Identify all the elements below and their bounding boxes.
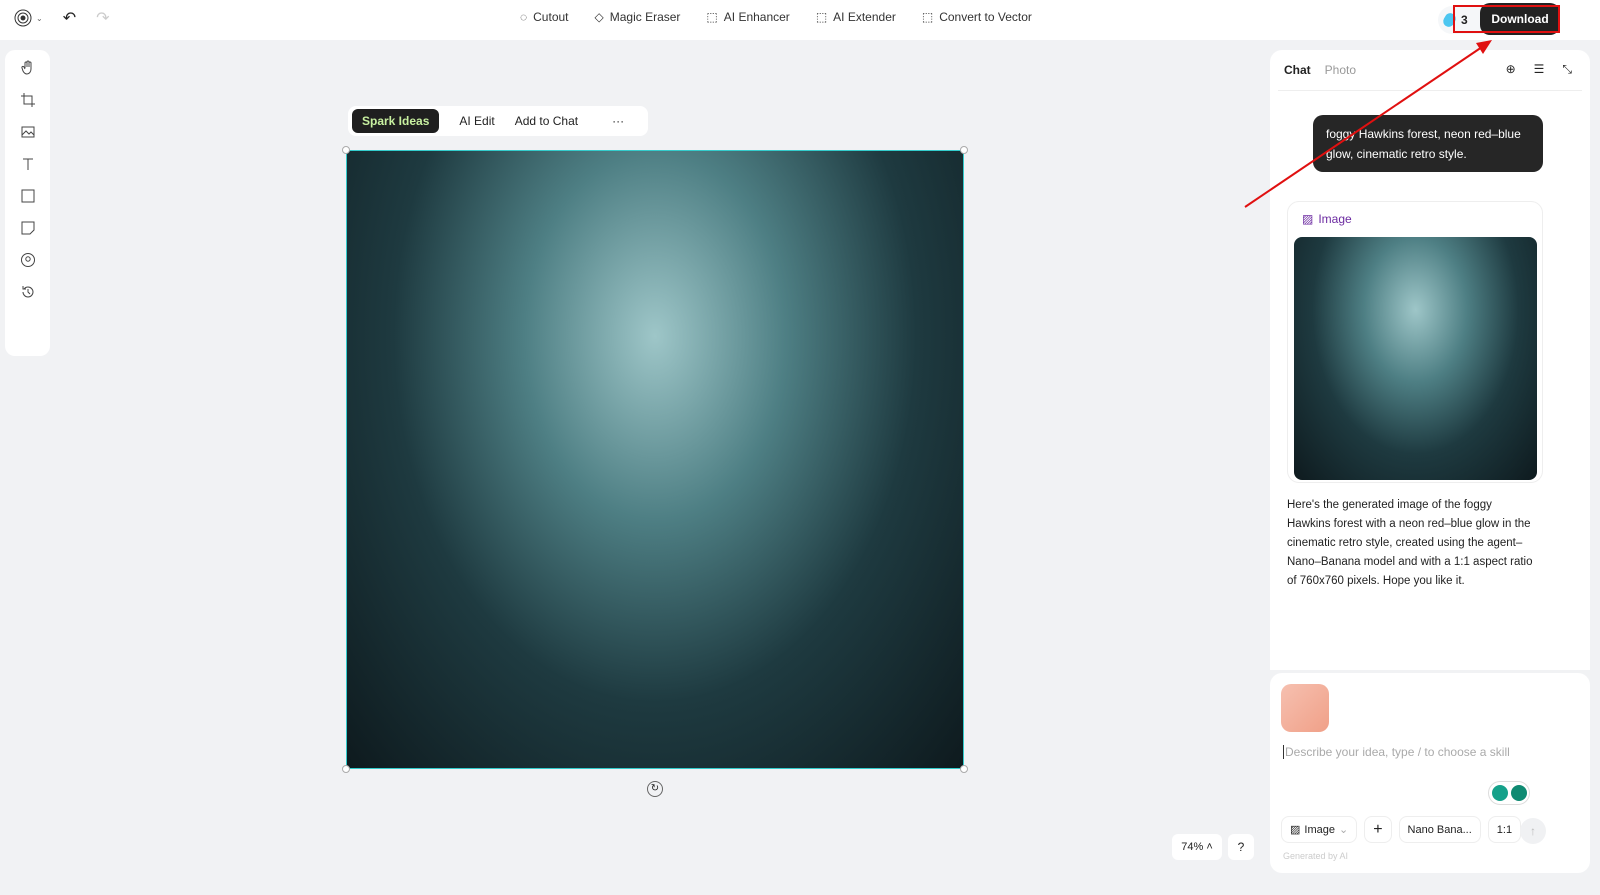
image-icon[interactable]	[20, 124, 36, 140]
redo-icon[interactable]: ↷	[96, 8, 109, 28]
generated-image-thumbnail[interactable]	[1294, 237, 1537, 480]
magic-eraser-icon: ◇	[594, 10, 604, 24]
grammarly-widget[interactable]	[1488, 781, 1530, 805]
ai-edit-button[interactable]: AI Edit	[459, 114, 494, 128]
tool-label: Magic Eraser	[609, 10, 681, 24]
more-options-button[interactable]: ···	[612, 114, 624, 128]
ai-extender-icon: ⬚	[815, 10, 828, 24]
logo-menu[interactable]: ⌄	[14, 9, 43, 27]
tab-chat[interactable]: Chat	[1284, 63, 1311, 77]
generated-image-card[interactable]: ▨ Image	[1287, 201, 1543, 483]
cutout-button[interactable]: ◌ Cutout	[520, 10, 569, 24]
cutout-icon: ◌	[520, 10, 528, 24]
magic-eraser-button[interactable]: ◇ Magic Eraser	[595, 10, 681, 24]
resize-handle[interactable]	[960, 146, 968, 154]
hand-icon[interactable]	[20, 60, 36, 76]
mode-select[interactable]: ▨ Image ⌄	[1281, 816, 1358, 843]
tool-label: AI Extender	[833, 10, 896, 24]
bulb-icon	[1491, 785, 1508, 801]
image-icon: ▨	[1302, 212, 1314, 226]
image-context-toolbar: Spark Ideas AI Edit Add to Chat ···	[348, 106, 648, 136]
chevron-up-icon: ˄	[1206, 841, 1213, 853]
chat-panel: Chat Photo ⊕ ☰ ⤡ foggy Hawkins forest, n…	[1270, 50, 1590, 670]
image-label: Image	[1318, 212, 1352, 226]
divider	[1278, 90, 1582, 91]
avatar-icon[interactable]	[20, 252, 36, 268]
zoom-value: 74%	[1181, 841, 1204, 853]
chat-history-icon[interactable]: ☰	[1534, 62, 1545, 77]
tool-label: Convert to Vector	[939, 10, 1032, 24]
send-button[interactable]: ↑	[1520, 818, 1546, 844]
tool-label: Cutout	[533, 10, 569, 24]
resize-handle[interactable]	[342, 146, 350, 154]
top-bar: ⌄ ↶ ↷ ◌ Cutout ◇ Magic Eraser ⬚ AI Enhancer…	[0, 0, 1600, 40]
tool-label: AI Enhancer	[723, 10, 790, 24]
ai-enhancer-button[interactable]: ⬚ AI Enhancer	[706, 10, 789, 24]
collapse-icon[interactable]: ⤡	[1562, 62, 1572, 77]
add-button[interactable]: +	[1364, 816, 1392, 843]
ai-extender-button[interactable]: ⬚ AI Extender	[816, 10, 896, 24]
undo-icon[interactable]: ↶	[63, 8, 76, 28]
chevron-down-icon: ⌄	[1338, 824, 1349, 836]
tab-photo[interactable]: Photo	[1325, 63, 1356, 77]
chevron-down-icon: ⌄	[36, 13, 43, 23]
assistant-reply: Here's the generated image of the foggy …	[1287, 499, 1533, 587]
ratio-select[interactable]: 1:1	[1487, 816, 1522, 843]
resize-handle[interactable]	[960, 765, 968, 773]
text-icon[interactable]	[20, 156, 36, 172]
crop-icon[interactable]	[20, 92, 36, 108]
prompt-input[interactable]: Describe your idea, type / to choose a s…	[1283, 745, 1510, 759]
sticky-note-icon[interactable]	[20, 220, 36, 236]
chat-input-box: Describe your idea, type / to choose a s…	[1270, 673, 1590, 873]
resize-handle[interactable]	[342, 765, 350, 773]
mode-label: Image	[1304, 823, 1335, 836]
annotation-highlight-box	[1453, 5, 1560, 33]
rectangle-icon[interactable]	[20, 188, 36, 204]
skill-avatar[interactable]	[1281, 684, 1329, 732]
generated-by-ai-note: Generated by AI	[1283, 851, 1349, 861]
new-chat-icon[interactable]: ⊕	[1506, 62, 1516, 77]
rotate-handle[interactable]: ↻	[647, 781, 663, 797]
grammarly-icon	[1510, 785, 1527, 801]
user-message: foggy Hawkins forest, neon red–blue glow…	[1313, 115, 1543, 172]
vector-icon: ⬚	[921, 10, 934, 24]
add-to-chat-button[interactable]: Add to Chat	[515, 114, 578, 128]
spark-ideas-button[interactable]: Spark Ideas	[352, 109, 440, 133]
left-toolbar	[5, 50, 50, 356]
canvas-image[interactable]	[342, 146, 968, 773]
model-select[interactable]: Nano Bana...	[1398, 816, 1481, 843]
help-button[interactable]: ?	[1228, 834, 1254, 860]
zoom-level-dropdown[interactable]: 74% ˄	[1172, 834, 1222, 860]
history-icon[interactable]	[20, 284, 36, 300]
logo-icon	[14, 9, 32, 27]
ai-enhancer-icon: ⬚	[706, 10, 718, 24]
convert-to-vector-button[interactable]: ⬚ Convert to Vector	[922, 10, 1032, 24]
image-plus-icon: ▨	[1290, 824, 1301, 836]
